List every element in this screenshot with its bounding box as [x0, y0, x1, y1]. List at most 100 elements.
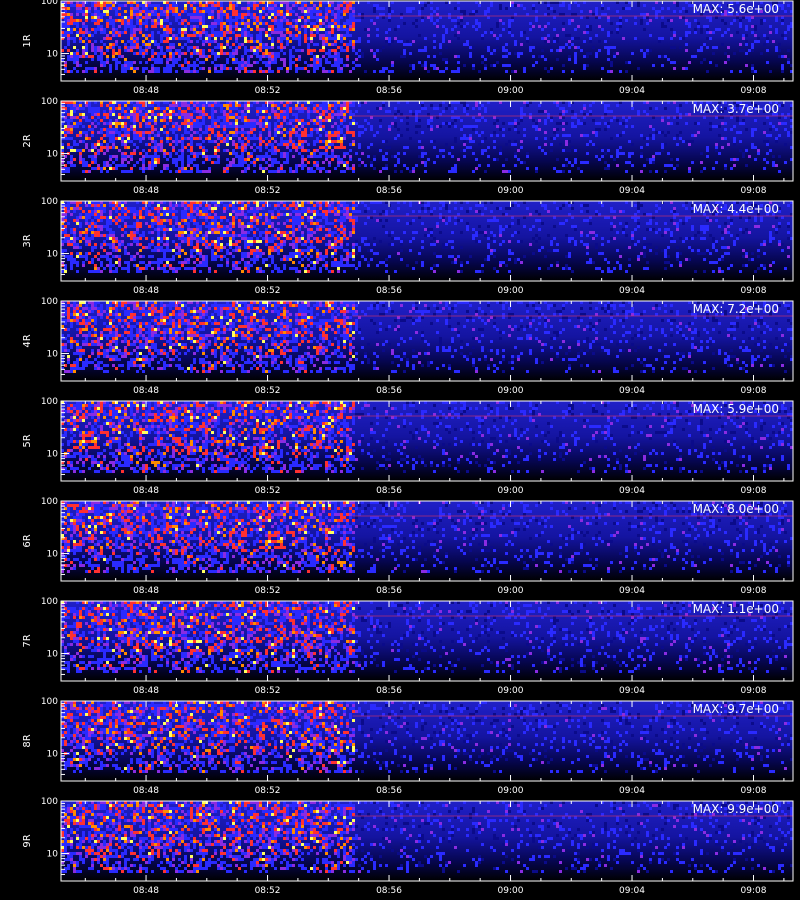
heatmap-cell [328, 161, 331, 164]
heatmap-cell [100, 28, 103, 31]
heatmap-cell [79, 252, 82, 255]
heatmap-cell [277, 31, 280, 34]
heatmap-cell [127, 210, 130, 213]
heatmap-cell [409, 70, 412, 73]
heatmap-cell [376, 58, 379, 61]
heatmap-cell [157, 55, 160, 58]
heatmap-cell [154, 122, 157, 125]
heatmap-cell [325, 131, 328, 134]
heatmap-cell [226, 61, 229, 64]
heatmap-cell [175, 113, 178, 116]
heatmap-cell [763, 122, 766, 125]
max-label: MAX: 5.6e+00 [693, 2, 779, 16]
heatmap-cell [169, 204, 172, 207]
heatmap-cell [199, 143, 202, 146]
heatmap-cell [328, 25, 331, 28]
heatmap-cell [115, 131, 118, 134]
heatmap-cell [136, 10, 139, 13]
heatmap-cell [631, 152, 634, 155]
heatmap-cell [100, 204, 103, 207]
heatmap-cell [160, 25, 163, 28]
heatmap-cell [271, 143, 274, 146]
heatmap-cell [487, 164, 490, 167]
heatmap-cell [64, 231, 67, 234]
heatmap-cell [250, 13, 253, 16]
heatmap-cell [775, 31, 778, 34]
heatmap-cell [73, 231, 76, 234]
heatmap-cell [184, 222, 187, 225]
heatmap-cell [319, 107, 322, 110]
heatmap-cell [160, 113, 163, 116]
heatmap-cell [304, 22, 307, 25]
heatmap-cell [160, 219, 163, 222]
heatmap-cell [169, 152, 172, 155]
heatmap-cell [721, 122, 724, 125]
heatmap-cell [169, 207, 172, 210]
heatmap-cell [346, 22, 349, 25]
heatmap-cell [712, 52, 715, 55]
heatmap-cell [301, 161, 304, 164]
heatmap-cell [85, 219, 88, 222]
heatmap-cell [250, 119, 253, 122]
heatmap-cell [268, 158, 271, 161]
heatmap-cell [325, 152, 328, 155]
heatmap-cell [280, 140, 283, 143]
heatmap-cell [97, 13, 100, 16]
heatmap-cell [181, 237, 184, 240]
heatmap-cell [112, 240, 115, 243]
heatmap-cell [175, 143, 178, 146]
heatmap-cell [91, 246, 94, 249]
heatmap-cell [214, 149, 217, 152]
heatmap-cell [109, 231, 112, 234]
heatmap-cell [568, 58, 571, 61]
heatmap-cell [358, 134, 361, 137]
heatmap-cell [589, 110, 592, 113]
heatmap-cell [334, 16, 337, 19]
heatmap-cell [100, 58, 103, 61]
heatmap-cell [103, 13, 106, 16]
heatmap-cell [517, 4, 520, 7]
heatmap-cell [166, 264, 169, 267]
heatmap-cell [121, 210, 124, 213]
heatmap-cell [289, 52, 292, 55]
heatmap-cell [172, 210, 175, 213]
heatmap-cell [661, 7, 664, 10]
spectrogram-figure: 1001008:48 08:52 08:56 09:00 09:04 09:08MAX: … [0, 0, 800, 900]
heatmap-cell [178, 243, 181, 246]
heatmap-cell [100, 264, 103, 267]
heatmap-cell [544, 25, 547, 28]
heatmap-cell [244, 67, 247, 70]
heatmap-cell [625, 19, 628, 22]
heatmap-cell [337, 155, 340, 158]
heatmap-cell [247, 155, 250, 158]
heatmap-cell [466, 137, 469, 140]
heatmap-cell [415, 19, 418, 22]
heatmap-cell [385, 152, 388, 155]
heatmap-cell [310, 16, 313, 19]
heatmap-cell [169, 116, 172, 119]
heatmap-cell [661, 25, 664, 28]
heatmap-cell [568, 170, 571, 173]
heatmap-cell [358, 131, 361, 134]
heatmap-cell [169, 110, 172, 113]
heatmap-cell [553, 37, 556, 40]
heatmap-cell [94, 204, 97, 207]
heatmap-cell [550, 143, 553, 146]
heatmap-cell [253, 70, 256, 73]
heatmap-cell [157, 225, 160, 228]
heatmap-cell [163, 258, 166, 261]
heatmap-cell [496, 61, 499, 64]
heatmap-cell [85, 237, 88, 240]
heatmap-cell [460, 25, 463, 28]
heatmap-cell [121, 170, 124, 173]
heatmap-cell [127, 113, 130, 116]
heatmap-cell [481, 61, 484, 64]
heatmap-cell [163, 210, 166, 213]
heatmap-cell [262, 104, 265, 107]
heatmap-cell [247, 167, 250, 170]
heatmap-cell [133, 125, 136, 128]
heatmap-cell [211, 113, 214, 116]
heatmap-cell [232, 107, 235, 110]
heatmap-cell [220, 10, 223, 13]
heatmap-cell [583, 104, 586, 107]
